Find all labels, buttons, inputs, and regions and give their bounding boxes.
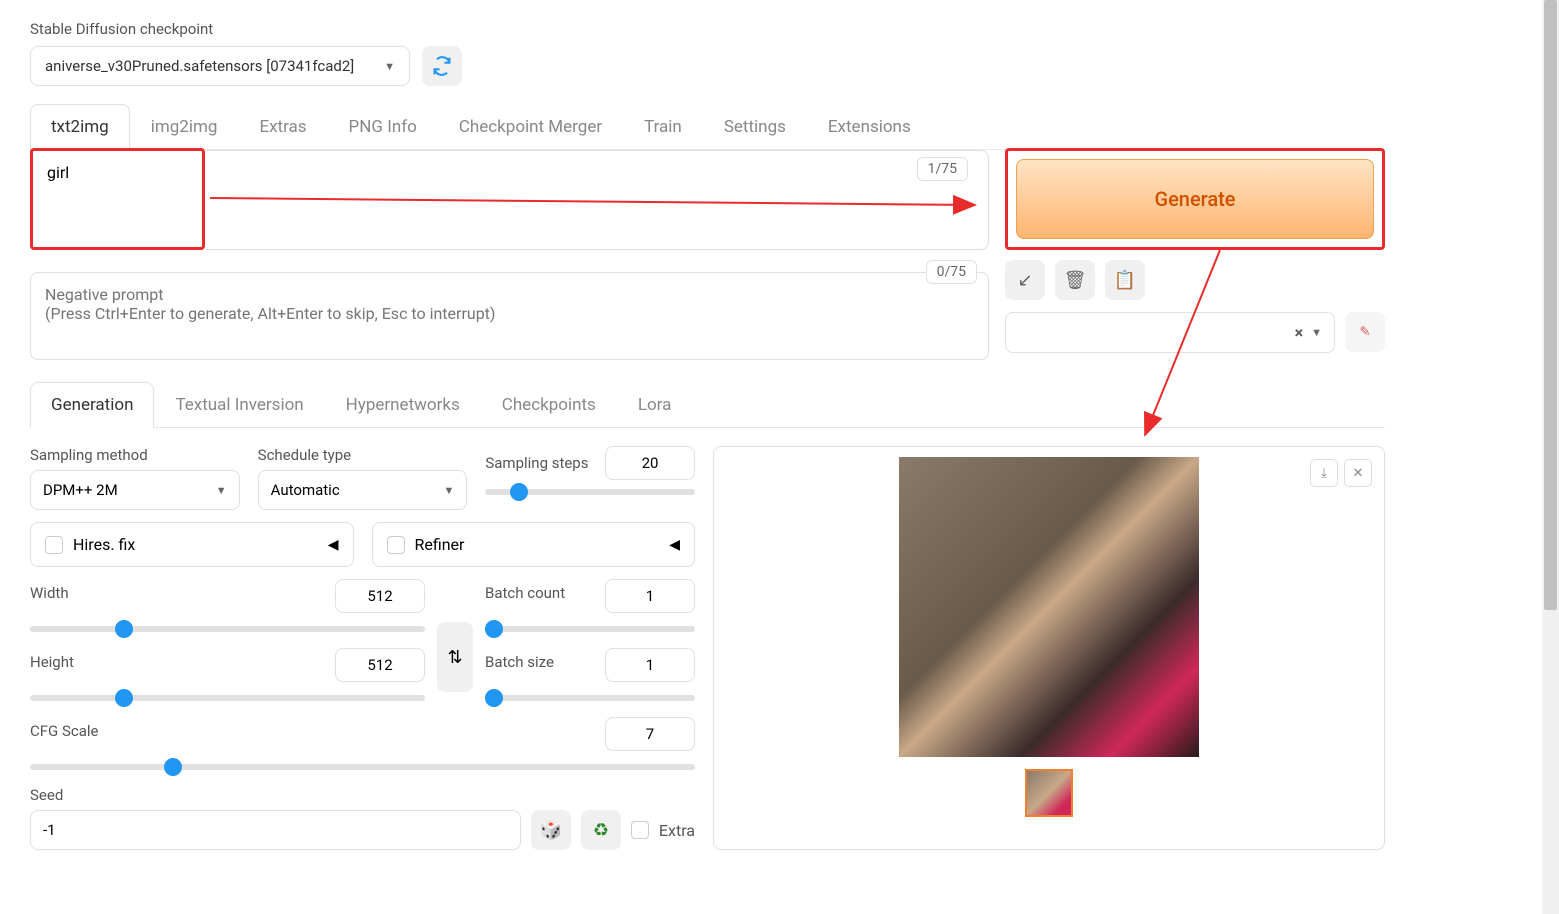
- trash-icon: 🗑: [1064, 270, 1087, 291]
- sampling-steps-label: Sampling steps: [485, 454, 595, 472]
- swap-icon: ⇅: [447, 647, 462, 668]
- cfg-scale-label: CFG Scale: [30, 722, 99, 740]
- tab-img2img[interactable]: img2img: [130, 104, 239, 149]
- gen-tab-textual-inversion[interactable]: Textual Inversion: [154, 382, 324, 427]
- chevron-down-icon: ▼: [384, 60, 395, 73]
- prompt-input[interactable]: [33, 151, 202, 243]
- seed-label: Seed: [30, 786, 695, 804]
- hires-fix-label: Hires. fix: [73, 535, 135, 554]
- sampling-method-select[interactable]: DPM++ 2M ▼: [30, 470, 240, 510]
- swap-dimensions-button[interactable]: ⇅: [437, 622, 473, 692]
- scrollbar-track[interactable]: [1542, 0, 1559, 914]
- triangle-left-icon: ◀: [669, 537, 680, 553]
- checkpoint-value: aniverse_v30Pruned.safetensors [07341fca…: [45, 57, 354, 75]
- batch-count-input[interactable]: [605, 579, 695, 613]
- reuse-seed-button[interactable]: ♻: [581, 810, 621, 850]
- generated-thumbnail[interactable]: [1025, 769, 1073, 817]
- tab-train[interactable]: Train: [623, 104, 703, 149]
- height-input[interactable]: [335, 648, 425, 682]
- clipboard-icon: 📋: [1114, 270, 1136, 291]
- dice-icon: 🎲: [540, 820, 562, 841]
- refiner-checkbox[interactable]: [387, 536, 405, 554]
- arrow-down-left-icon: ↙: [1017, 270, 1032, 291]
- style-select[interactable]: × ▼: [1005, 312, 1335, 353]
- download-icon: ⤓: [1321, 466, 1327, 481]
- batch-count-slider[interactable]: [485, 626, 695, 632]
- prompt-token-count: 1/75: [917, 157, 968, 181]
- generation-tabs: Generation Textual Inversion Hypernetwor…: [30, 382, 1385, 428]
- cfg-scale-slider[interactable]: [30, 764, 695, 770]
- scrollbar-thumb[interactable]: [1544, 0, 1557, 610]
- hires-fix-checkbox[interactable]: [45, 536, 63, 554]
- pencil-icon: ✎: [1359, 325, 1370, 340]
- output-panel: ⤓ ✕: [713, 446, 1385, 850]
- tab-png-info[interactable]: PNG Info: [328, 104, 438, 149]
- generated-image[interactable]: [899, 457, 1199, 757]
- generate-button[interactable]: Generate: [1016, 159, 1374, 239]
- chevron-down-icon: ▼: [216, 484, 227, 497]
- arrow-in-button[interactable]: ↙: [1005, 260, 1045, 300]
- gen-tab-lora[interactable]: Lora: [617, 382, 693, 427]
- width-label: Width: [30, 584, 69, 602]
- refresh-icon: [432, 56, 452, 76]
- gen-tab-checkpoints[interactable]: Checkpoints: [481, 382, 617, 427]
- clear-button[interactable]: 🗑: [1055, 260, 1095, 300]
- hires-fix-toggle[interactable]: Hires. fix ◀: [30, 522, 354, 567]
- height-slider[interactable]: [30, 695, 425, 701]
- recycle-icon: ♻: [593, 820, 609, 841]
- tab-settings[interactable]: Settings: [703, 104, 807, 149]
- clear-style-icon[interactable]: ×: [1295, 323, 1304, 342]
- tab-extras[interactable]: Extras: [238, 104, 327, 149]
- refiner-label: Refiner: [415, 535, 465, 554]
- download-image-button[interactable]: ⤓: [1310, 459, 1338, 487]
- settings-panel: Sampling method DPM++ 2M ▼ Schedule type…: [30, 446, 695, 850]
- height-label: Height: [30, 653, 74, 671]
- width-input[interactable]: [335, 579, 425, 613]
- extra-seed-label: Extra: [659, 821, 695, 840]
- close-image-button[interactable]: ✕: [1344, 459, 1372, 487]
- tab-txt2img[interactable]: txt2img: [30, 104, 130, 150]
- batch-size-label: Batch size: [485, 653, 554, 671]
- batch-count-label: Batch count: [485, 584, 565, 602]
- width-slider[interactable]: [30, 626, 425, 632]
- chevron-down-icon: ▼: [443, 484, 454, 497]
- schedule-type-label: Schedule type: [258, 446, 468, 464]
- gen-tab-hypernetworks[interactable]: Hypernetworks: [325, 382, 481, 427]
- refiner-toggle[interactable]: Refiner ◀: [372, 522, 696, 567]
- batch-size-slider[interactable]: [485, 695, 695, 701]
- tab-extensions[interactable]: Extensions: [807, 104, 932, 149]
- schedule-type-value: Automatic: [271, 481, 340, 499]
- sampling-steps-slider[interactable]: [485, 489, 695, 495]
- chevron-down-icon: ▼: [1311, 326, 1322, 339]
- negative-prompt-input[interactable]: [30, 272, 989, 360]
- seed-input[interactable]: [30, 810, 521, 850]
- main-tabs: txt2img img2img Extras PNG Info Checkpoi…: [30, 104, 1385, 150]
- cfg-scale-input[interactable]: [605, 717, 695, 751]
- clipboard-button[interactable]: 📋: [1105, 260, 1145, 300]
- batch-size-input[interactable]: [605, 648, 695, 682]
- refresh-checkpoint-button[interactable]: [422, 46, 462, 86]
- gen-tab-generation[interactable]: Generation: [30, 382, 154, 428]
- sampling-method-value: DPM++ 2M: [43, 481, 118, 499]
- close-icon: ✕: [1353, 466, 1364, 481]
- sampling-steps-input[interactable]: [605, 446, 695, 480]
- triangle-left-icon: ◀: [328, 537, 339, 553]
- schedule-type-select[interactable]: Automatic ▼: [258, 470, 468, 510]
- checkpoint-label: Stable Diffusion checkpoint: [30, 20, 1385, 38]
- sampling-method-label: Sampling method: [30, 446, 240, 464]
- checkpoint-select[interactable]: aniverse_v30Pruned.safetensors [07341fca…: [30, 46, 410, 86]
- random-seed-button[interactable]: 🎲: [531, 810, 571, 850]
- tab-checkpoint-merger[interactable]: Checkpoint Merger: [438, 104, 623, 149]
- neg-prompt-token-count: 0/75: [926, 260, 977, 284]
- extra-seed-checkbox[interactable]: [631, 821, 649, 839]
- edit-style-button[interactable]: ✎: [1345, 312, 1385, 352]
